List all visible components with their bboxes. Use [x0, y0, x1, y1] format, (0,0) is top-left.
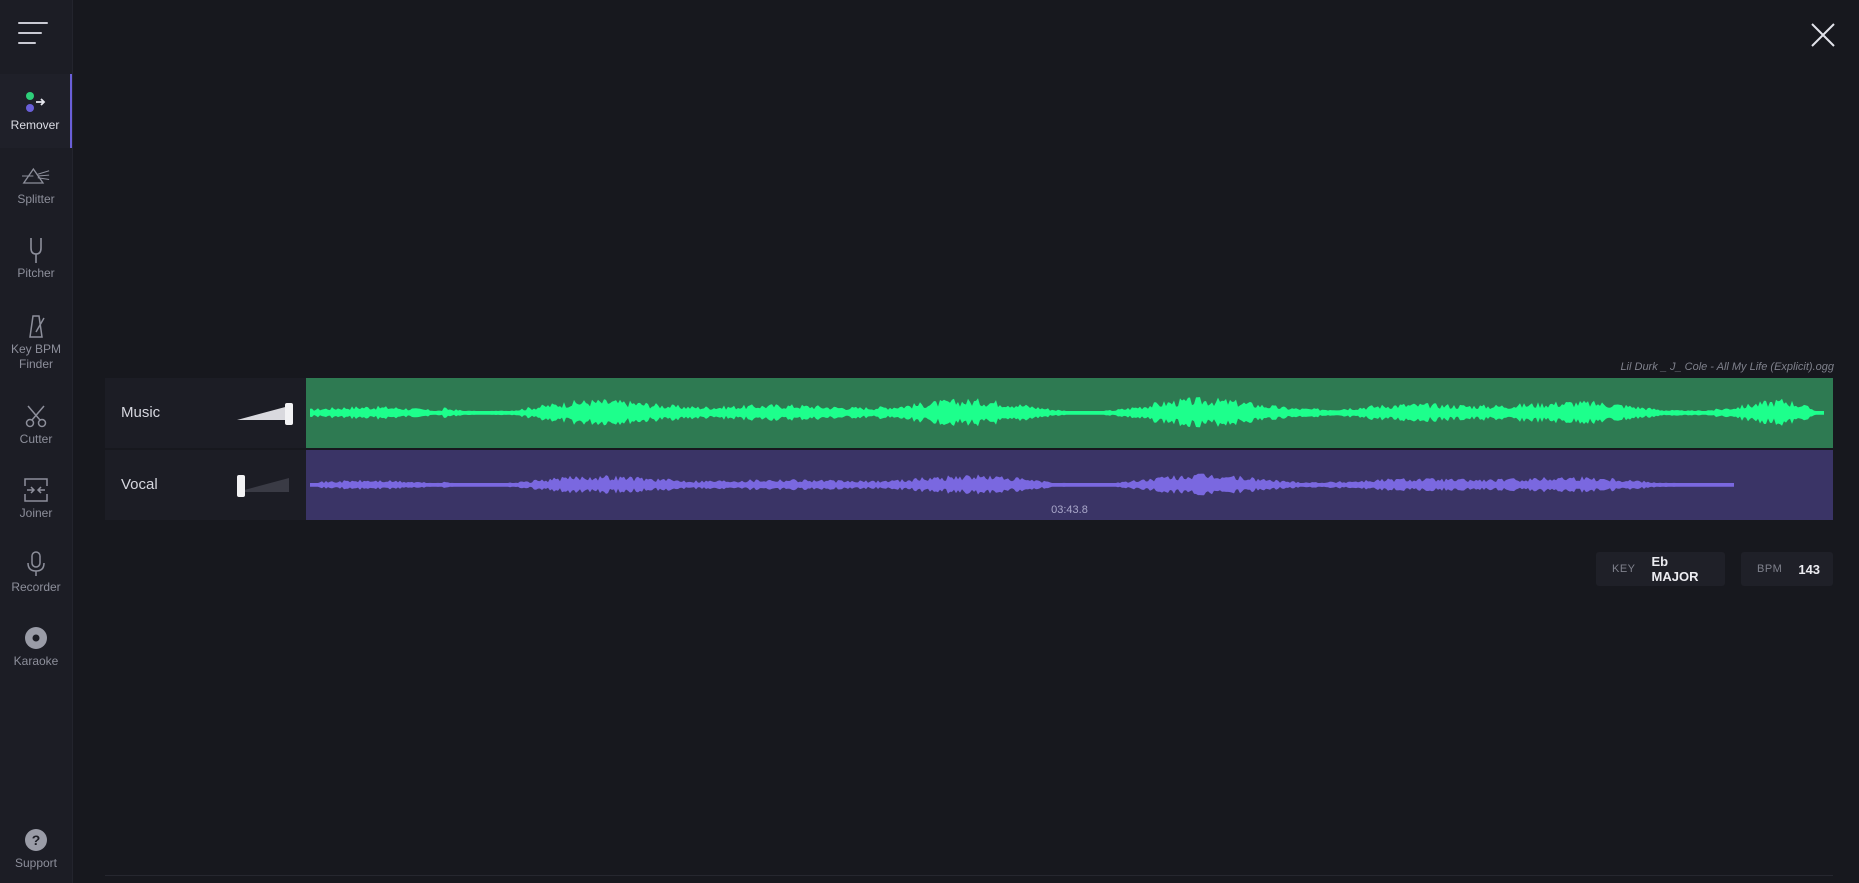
- waveform-graphic: [310, 397, 1824, 428]
- help-icon: ?: [22, 826, 50, 854]
- vocal-waveform[interactable]: 03:43.8: [306, 450, 1833, 520]
- menu-button[interactable]: [16, 18, 50, 50]
- divider: [105, 875, 1833, 876]
- sidebar-item-splitter[interactable]: Splitter: [0, 162, 72, 207]
- menu-line: [18, 32, 42, 34]
- volume-ramp: [237, 478, 289, 492]
- tuning-fork-icon: [22, 236, 50, 264]
- sidebar-item-label: Karaoke: [13, 654, 59, 668]
- file-name: Lil Durk _ J_ Cole - All My Life (Explic…: [1620, 361, 1834, 373]
- music-waveform[interactable]: [306, 378, 1833, 448]
- menu-line: [18, 42, 36, 44]
- sidebar-item-label: Pitcher: [17, 266, 55, 280]
- key-label: KEY: [1612, 563, 1636, 575]
- prism-icon: [22, 162, 50, 190]
- sidebar-item-label: Cutter: [19, 432, 53, 446]
- sidebar-item-remover[interactable]: Remover: [0, 74, 72, 148]
- sidebar-item-karaoke[interactable]: Karaoke: [0, 624, 72, 669]
- sidebar-item-support[interactable]: ? Support: [0, 826, 72, 871]
- vocal-track: Vocal 03:43.8: [105, 450, 1833, 520]
- sidebar-item-joiner[interactable]: Joiner: [0, 476, 72, 521]
- bpm-value: 143: [1798, 561, 1821, 577]
- sidebar-item-label: Splitter: [17, 192, 55, 206]
- sidebar-item-label: Support: [14, 856, 58, 870]
- sidebar-item-label: Joiner: [19, 506, 53, 520]
- key-display: KEY Eb MAJOR: [1596, 552, 1725, 586]
- music-track: Music: [105, 378, 1833, 448]
- music-volume-slider[interactable]: [237, 403, 295, 425]
- volume-knob[interactable]: [285, 403, 293, 425]
- sidebar-item-cutter[interactable]: Cutter: [0, 402, 72, 447]
- scissors-icon: [22, 402, 50, 430]
- bpm-label: BPM: [1757, 563, 1783, 575]
- duration-label: 03:43.8: [1051, 504, 1088, 516]
- track-label: Music: [121, 404, 161, 421]
- key-value: Eb MAJOR: [1651, 554, 1699, 584]
- sidebar-item-label: Remover: [10, 118, 60, 132]
- menu-line: [18, 22, 48, 24]
- sidebar-item-recorder[interactable]: Recorder: [0, 550, 72, 595]
- remover-icon: [21, 88, 49, 116]
- volume-knob[interactable]: [237, 475, 245, 497]
- app-root: Remover Splitter Pitcher Key BPM Finder …: [0, 0, 1859, 883]
- svg-text:?: ?: [32, 832, 41, 848]
- microphone-icon: [22, 550, 50, 578]
- disc-icon: [22, 624, 50, 652]
- sidebar-item-label: Key BPM Finder: [10, 342, 61, 371]
- sidebar-item-label: Recorder: [11, 580, 61, 594]
- vocal-volume-slider[interactable]: [237, 475, 295, 497]
- joiner-icon: [22, 476, 50, 504]
- bpm-display: BPM 143: [1741, 552, 1833, 586]
- metronome-icon: [22, 312, 50, 340]
- sidebar-item-pitcher[interactable]: Pitcher: [0, 236, 72, 281]
- sidebar: Remover Splitter Pitcher Key BPM Finder …: [0, 0, 73, 883]
- track-label: Vocal: [121, 476, 158, 493]
- close-button[interactable]: [1808, 20, 1838, 50]
- close-icon: [1811, 23, 1835, 47]
- sidebar-item-key-bpm[interactable]: Key BPM Finder: [0, 312, 72, 372]
